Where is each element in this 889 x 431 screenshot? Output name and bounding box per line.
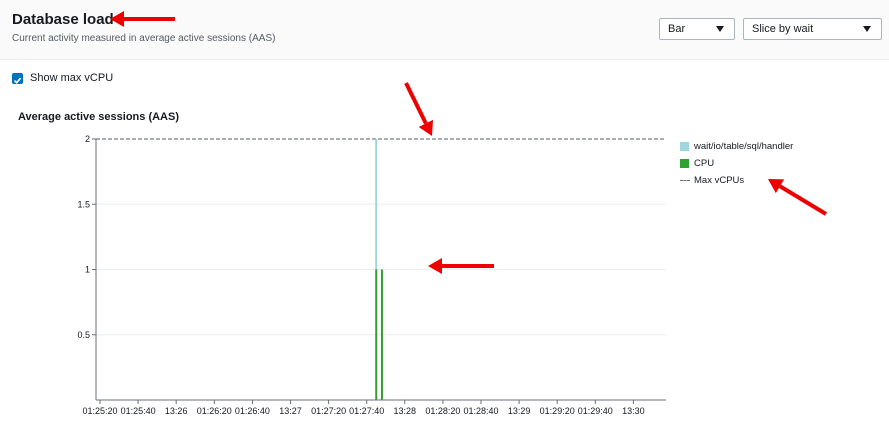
x-tick-label: 01:27:40 — [349, 406, 384, 416]
annotation-arrow-max-line — [404, 82, 434, 136]
bar-cpu — [380, 269, 383, 400]
x-tick-label: 13:28 — [394, 406, 417, 416]
y-tick-label: 0.5 — [77, 330, 90, 340]
x-tick-label: 01:26:20 — [197, 406, 232, 416]
arrow-shaft — [778, 184, 828, 216]
bar-wait — [375, 139, 378, 270]
x-tick-label: 01:29:20 — [540, 406, 575, 416]
x-tick-label: 01:27:20 — [311, 406, 346, 416]
x-tick-label: 01:28:40 — [463, 406, 498, 416]
legend-label-wait: wait/io/table/sql/handler — [694, 141, 794, 152]
legend-swatch-cpu — [680, 159, 689, 168]
y-tick-label: 2 — [85, 134, 90, 144]
aas-chart: 0.511.5201:25:20 01:25:40 13:26 01:26:20 01:… — [77, 11, 828, 416]
x-tick-label: 01:29:40 — [578, 406, 613, 416]
annotation-arrow-bars — [428, 258, 494, 274]
x-tick-label: 13:27 — [279, 406, 302, 416]
bar-cpu — [375, 269, 378, 400]
annotation-arrow-legend — [768, 179, 828, 216]
arrow-shaft — [404, 82, 428, 125]
x-tick-label: 01:28:20 — [425, 406, 460, 416]
arrow-head — [428, 258, 442, 274]
legend-label-max-vcpus: Max vCPUs — [694, 175, 745, 186]
arrow-head — [110, 11, 124, 27]
legend-swatch-wait — [680, 142, 689, 151]
x-tick-label: 13:30 — [622, 406, 645, 416]
x-tick-label: 13:29 — [508, 406, 531, 416]
x-tick-label: 01:26:40 — [235, 406, 270, 416]
legend-swatch-max-vcpus — [680, 180, 690, 181]
x-tick-label: 13:26 — [165, 406, 188, 416]
y-tick-label: 1.5 — [77, 199, 90, 209]
y-tick-label: 1 — [85, 265, 90, 275]
x-tick-label: 01:25:20 — [82, 406, 117, 416]
legend-label-cpu: CPU — [694, 158, 715, 169]
annotation-arrow-title — [110, 11, 175, 27]
x-tick-label: 01:25:40 — [121, 406, 156, 416]
